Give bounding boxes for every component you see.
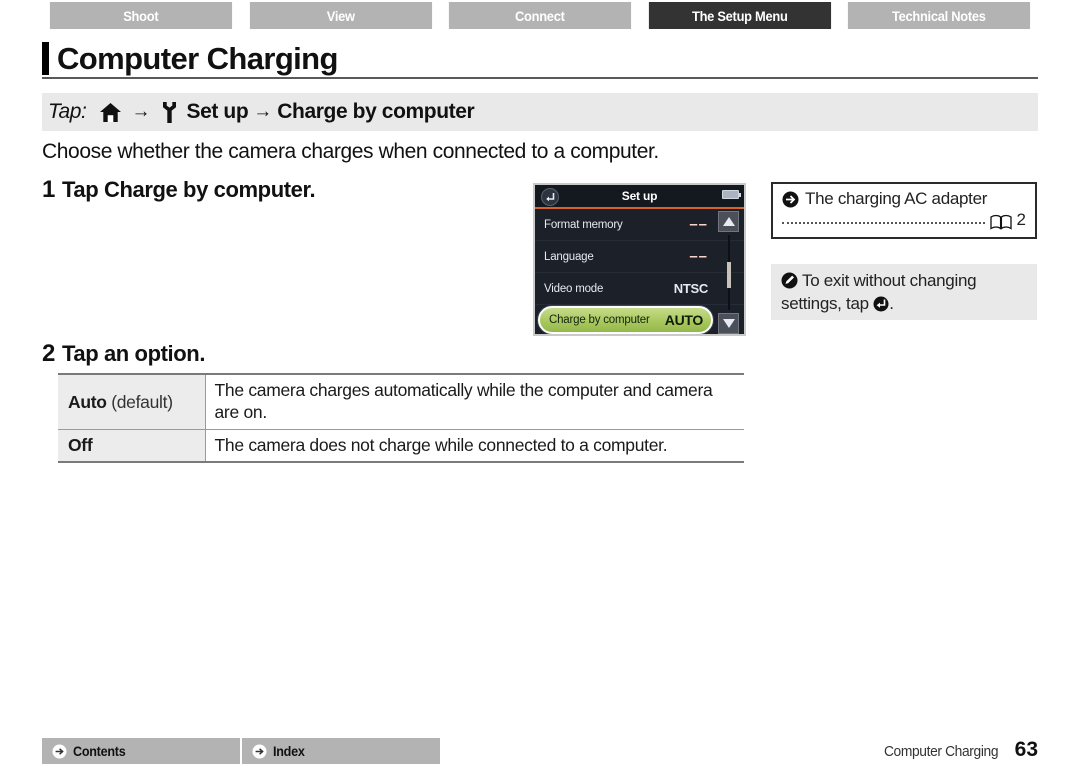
option-key-cell: Off xyxy=(58,428,206,464)
footer-page-number: 63 xyxy=(1014,738,1038,761)
back-arrow-icon xyxy=(873,296,889,312)
step-number: 2 xyxy=(42,340,55,367)
camera-lcd-screenshot: Set up Format memory –– Language –– Vide… xyxy=(533,183,746,336)
breadcrumb-setup-text: Set up xyxy=(186,100,249,123)
option-desc-cell: The camera does not charge while connect… xyxy=(205,428,744,464)
tab-label: Shoot xyxy=(123,7,159,24)
right-arrow-circle-icon xyxy=(782,191,799,208)
note-box-tip: To exit without changing settings, tap . xyxy=(771,264,1037,320)
step-text-bold: Charge by computer. xyxy=(103,177,316,202)
lcd-title-bar: Set up xyxy=(535,185,744,209)
manual-page: Shoot View Connect The Setup Menu Techni… xyxy=(0,0,1080,766)
tab-label: View xyxy=(326,7,355,24)
breadcrumb-arrow-2: → xyxy=(253,101,273,122)
tab-connect[interactable]: Connect xyxy=(449,2,631,29)
breadcrumb-arrow-1: → xyxy=(131,101,151,122)
table-row: Off The camera does not charge while con… xyxy=(58,428,744,464)
scrollbar-track[interactable] xyxy=(727,235,731,310)
page-reference: 2 xyxy=(1016,210,1026,229)
lcd-item-value: –– xyxy=(689,248,708,265)
step-text-plain: Tap xyxy=(61,177,104,202)
book-icon xyxy=(989,214,1012,230)
note-text-end: . xyxy=(889,293,894,313)
battery-icon xyxy=(722,190,741,199)
table-row: Auto (default) The camera charges automa… xyxy=(58,372,744,430)
footer-section-title: Computer Charging xyxy=(883,743,998,760)
dotted-leader xyxy=(782,222,985,224)
lcd-menu-item-charge-by-computer[interactable]: Charge by computer AUTO xyxy=(538,306,713,334)
footer-button-label: Index xyxy=(273,743,305,759)
lcd-item-label: Video mode xyxy=(544,282,604,295)
step-text: Tap Charge by computer. xyxy=(61,177,316,203)
tab-the-setup-menu[interactable]: The Setup Menu xyxy=(648,2,831,29)
page-title-row: Computer Charging xyxy=(42,38,1038,78)
arrow-circle-icon xyxy=(252,744,267,759)
option-desc-cell: The camera charges automatically while t… xyxy=(205,372,744,430)
pencil-note-icon xyxy=(781,272,798,289)
footer-navigation: Contents Index xyxy=(42,738,440,764)
option-key-cell: Auto (default) xyxy=(58,372,206,430)
tab-technical-notes[interactable]: Technical Notes xyxy=(848,2,1031,29)
scroll-down-arrow-icon[interactable] xyxy=(718,313,739,334)
lcd-item-value: AUTO xyxy=(664,312,704,328)
footer-button-label: Contents xyxy=(73,743,126,759)
option-key: Auto xyxy=(68,392,107,412)
footer-meta: Computer Charging 63 xyxy=(879,738,1038,762)
scroll-up-arrow-icon[interactable] xyxy=(718,211,739,232)
title-divider xyxy=(42,77,1038,79)
step-2: 2 Tap an option. xyxy=(42,340,205,368)
back-arrow-icon[interactable] xyxy=(541,188,559,206)
options-table: Auto (default) The camera charges automa… xyxy=(58,372,744,464)
tab-shoot[interactable]: Shoot xyxy=(49,2,232,29)
tab-label: Connect xyxy=(515,7,565,24)
breadcrumb-tap-label: Tap: xyxy=(48,100,87,123)
lcd-menu-list: Format memory –– Language –– Video mode … xyxy=(535,209,744,334)
lcd-item-label: Charge by computer xyxy=(549,314,650,326)
lcd-menu-item-format-memory[interactable]: Format memory –– xyxy=(535,209,744,241)
footer-button-contents[interactable]: Contents xyxy=(42,738,240,764)
lcd-menu-item-video-mode[interactable]: Video mode NTSC xyxy=(535,273,744,305)
home-icon xyxy=(99,102,122,123)
lcd-item-label: Format memory xyxy=(544,218,623,231)
title-bar-glyph xyxy=(42,41,49,75)
page-title: Computer Charging xyxy=(57,40,338,76)
lcd-item-label: Language xyxy=(544,250,594,263)
breadcrumb-target-text: Charge by computer xyxy=(277,100,475,123)
step-1: 1 Tap Charge by computer. xyxy=(42,176,316,204)
arrow-circle-icon xyxy=(52,744,67,759)
footer-button-index[interactable]: Index xyxy=(242,738,440,764)
lcd-menu-item-language[interactable]: Language –– xyxy=(535,241,744,273)
scrollbar-thumb[interactable] xyxy=(727,262,731,288)
option-key-sub: (default) xyxy=(106,392,173,412)
note-text: The charging AC adapter xyxy=(805,189,988,208)
wrench-icon xyxy=(161,101,178,124)
breadcrumb: Tap: → Set up → Charge by computer xyxy=(42,93,1038,131)
intro-paragraph: Choose whether the camera charges when c… xyxy=(42,140,659,163)
lcd-scrollbar[interactable] xyxy=(718,211,742,334)
lcd-item-value: –– xyxy=(689,216,708,233)
section-tab-bar: Shoot View Connect The Setup Menu Techni… xyxy=(42,2,1038,29)
lcd-title: Set up xyxy=(621,189,658,203)
lcd-item-value: NTSC xyxy=(673,281,709,296)
tab-view[interactable]: View xyxy=(249,2,432,29)
note-box-reference: The charging AC adapter 2 xyxy=(771,182,1037,239)
step-number: 1 xyxy=(42,176,55,203)
option-key: Off xyxy=(68,434,93,455)
tab-label: Technical Notes xyxy=(892,7,987,24)
tab-label: The Setup Menu xyxy=(691,7,788,24)
step-text: Tap an option. xyxy=(61,341,206,366)
